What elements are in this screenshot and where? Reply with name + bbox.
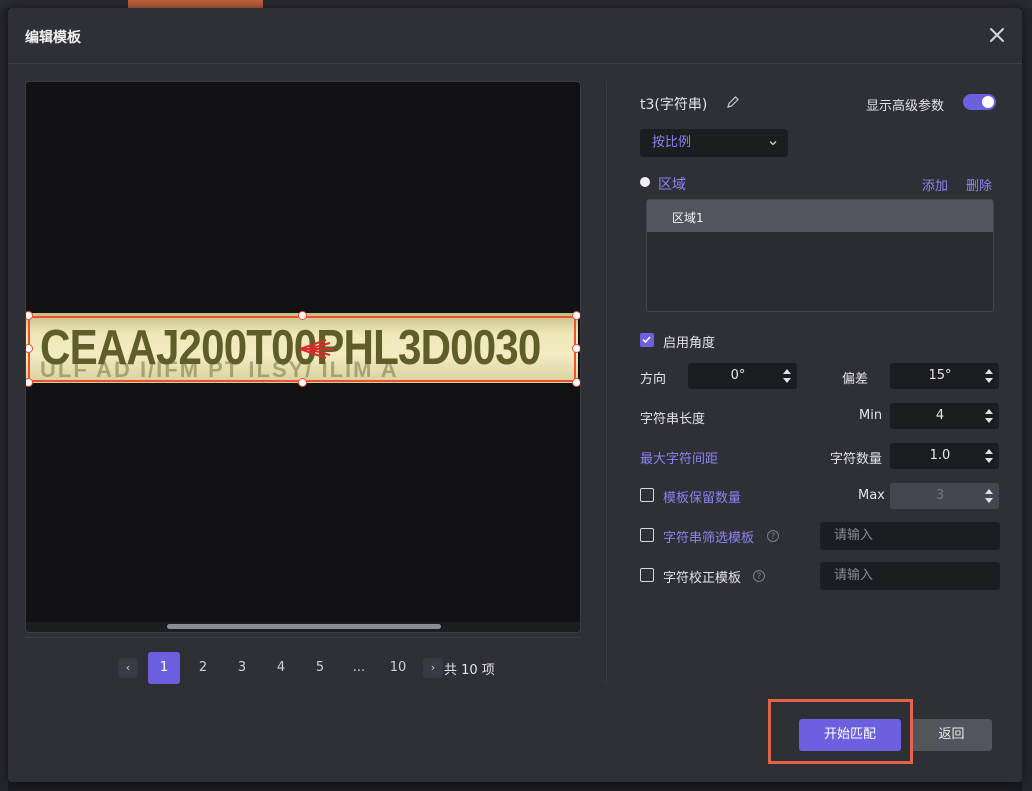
resize-handle-top-right[interactable] [572,311,580,320]
background-left-edge [0,8,8,791]
region-bullet-icon [640,177,650,187]
resize-handle-top-center[interactable] [298,311,307,320]
min-label: Min [859,408,883,423]
direction-value: 0° [730,368,746,383]
prev-page-button[interactable]: ‹ [118,658,138,678]
resize-handle-bottom-left[interactable] [26,378,33,387]
resize-handle-bottom-center[interactable] [298,378,307,387]
help-icon[interactable]: ? [767,530,779,542]
filter-template-checkbox[interactable] [640,528,654,542]
page-5[interactable]: 5 [304,652,336,684]
filter-template-label: 字符串筛选模板 [663,531,755,546]
advanced-params-label: 显示高级参数 [866,99,945,114]
stepper-icon[interactable] [984,407,994,425]
viewer-divider [25,637,581,638]
help-icon[interactable]: ? [753,570,765,582]
start-match-button[interactable]: 开始匹配 [799,719,901,751]
stepper-icon[interactable] [984,487,994,505]
image-viewer[interactable]: ULF AD I/IFM PT ILSY/ ILIM A CEAAJ200T00… [25,81,581,633]
enable-angle-checkbox[interactable] [640,333,654,347]
max-count-input[interactable]: 3 [890,483,999,509]
stepper-icon[interactable] [782,367,792,385]
direction-label: 方向 [640,372,667,387]
template-name: t3(字符串) [640,97,708,113]
scale-mode-value: 按比例 [652,135,692,150]
region-section-label: 区域 [658,177,686,193]
stepper-icon[interactable] [984,447,994,465]
deviation-input[interactable]: 15° [890,363,999,389]
page-10[interactable]: 10 [382,652,414,684]
edit-name-icon[interactable] [726,95,740,109]
page-2[interactable]: 2 [187,652,219,684]
region-list-item[interactable]: 区域1 [647,200,993,232]
filter-template-input[interactable]: 请输入 [820,522,1000,550]
page-1[interactable]: 1 [148,652,180,684]
char-count-value: 1.0 [929,448,951,463]
add-region-button[interactable]: 添加 [922,175,948,194]
char-count-label: 字符数量 [830,452,883,467]
pagination-total: 共 10 项 [444,663,495,678]
resize-handle-middle-right[interactable] [572,344,580,353]
resize-handle-bottom-right[interactable] [572,378,580,387]
horizontal-scrollbar[interactable] [26,622,580,632]
chevron-down-icon [769,141,777,146]
min-length-input[interactable]: 4 [890,403,999,429]
region-item-label: 区域1 [672,211,704,225]
back-button[interactable]: 返回 [911,719,992,751]
min-length-value: 4 [935,408,945,423]
stepper-icon[interactable] [984,367,994,385]
panel-divider [606,81,607,682]
max-label: Max [858,488,885,503]
page-4[interactable]: 4 [265,652,297,684]
scrollbar-thumb[interactable] [167,624,441,629]
background-right-edge [1022,8,1032,791]
deviation-value: 15° [928,368,952,383]
next-page-button[interactable]: › [423,658,443,678]
dialog-header: 编辑模板 [8,8,1022,64]
delete-region-button[interactable]: 删除 [966,175,992,194]
keep-count-checkbox[interactable] [640,488,654,502]
keep-count-label: 模板保留数量 [663,491,742,506]
char-count-input[interactable]: 1.0 [890,443,999,469]
advanced-params-toggle[interactable] [963,94,996,110]
correct-template-input[interactable]: 请输入 [820,562,1000,590]
page-ellipsis[interactable]: ... [343,652,375,684]
correct-template-checkbox[interactable] [640,568,654,582]
close-icon[interactable] [986,24,1008,46]
direction-arrow-icon[interactable] [296,332,340,366]
max-spacing-label: 最大字符间距 [640,452,719,467]
deviation-label: 偏差 [842,372,869,387]
scale-mode-select[interactable]: 按比例 [640,129,788,157]
max-count-value: 3 [935,488,945,503]
correct-template-label: 字符校正模板 [663,571,742,586]
enable-angle-label: 启用角度 [663,336,716,351]
dialog-title: 编辑模板 [25,30,81,46]
region-list: 区域1 [646,199,994,312]
string-length-label: 字符串长度 [640,412,706,427]
page-3[interactable]: 3 [226,652,258,684]
direction-input[interactable]: 0° [688,363,797,389]
background-active-tab [128,0,263,8]
